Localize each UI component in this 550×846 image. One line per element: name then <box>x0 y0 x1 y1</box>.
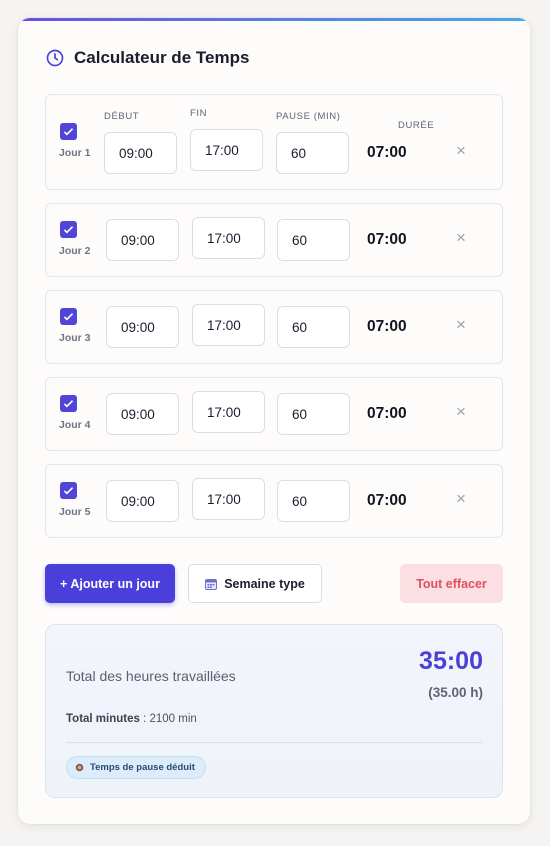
day-label: Jour 2 <box>59 245 91 257</box>
day-4-checkbox[interactable] <box>60 395 77 412</box>
summary-panel: Total des heures travaillées 35:00 (35.0… <box>45 624 503 798</box>
card-header: Calculateur de Temps <box>45 48 249 68</box>
end-time-input[interactable]: 17:00 <box>192 478 265 520</box>
day-3-checkbox[interactable] <box>60 308 77 325</box>
start-time-input[interactable]: 09:00 <box>106 393 179 435</box>
summary-divider <box>66 742 482 743</box>
column-start-header: DÉBUT <box>104 111 140 122</box>
duration-value: 07:00 <box>367 405 407 422</box>
total-hours-label: Total des heures travaillées <box>66 668 236 684</box>
duration-value: 07:00 <box>367 318 407 335</box>
total-decimal-hours: (35.00 h) <box>428 685 483 700</box>
day-label: Jour 4 <box>59 419 91 431</box>
day-5-checkbox[interactable] <box>60 482 77 499</box>
day-row-3: Jour 3 09:00 17:00 60 07:00 × <box>45 290 503 364</box>
start-time-input[interactable]: 09:00 <box>106 306 179 348</box>
remove-day-icon[interactable]: × <box>456 228 466 248</box>
start-time-input[interactable]: 09:00 <box>106 219 179 261</box>
remove-day-icon[interactable]: × <box>456 489 466 509</box>
clear-all-button[interactable]: Tout effacer <box>400 564 503 603</box>
remove-day-icon[interactable]: × <box>456 315 466 335</box>
end-time-input[interactable]: 17:00 <box>192 391 265 433</box>
check-icon <box>63 400 74 408</box>
pause-input[interactable]: 60 <box>277 393 350 435</box>
duration-value: 07:00 <box>367 144 407 161</box>
check-icon <box>63 313 74 321</box>
coffee-icon <box>75 763 84 772</box>
calendar-icon <box>205 578 218 590</box>
total-minutes-label: Total minutes <box>66 713 140 725</box>
week-template-label: Semaine type <box>224 576 305 591</box>
pause-input[interactable]: 60 <box>277 306 350 348</box>
action-bar: + Ajouter un jour Semaine type Tout effa… <box>45 564 503 604</box>
day-2-checkbox[interactable] <box>60 221 77 238</box>
check-icon <box>63 226 74 234</box>
remove-day-icon[interactable]: × <box>456 402 466 422</box>
day-row-2: Jour 2 09:00 17:00 60 07:00 × <box>45 203 503 277</box>
column-duration-header: DURÉE <box>398 120 435 131</box>
time-calculator-card: Calculateur de Temps Jour 1 DÉBUT FIN PA… <box>18 18 530 824</box>
pause-deducted-badge: Temps de pause déduit <box>66 756 206 779</box>
end-time-input[interactable]: 17:00 <box>192 304 265 346</box>
pause-input[interactable]: 60 <box>276 132 349 174</box>
check-icon <box>63 128 74 136</box>
page-title: Calculateur de Temps <box>74 48 250 67</box>
total-time-value: 35:00 <box>419 647 483 675</box>
end-time-input[interactable]: 17:00 <box>192 217 265 259</box>
day-label: Jour 5 <box>59 506 91 518</box>
week-template-button[interactable]: Semaine type <box>188 564 322 603</box>
day-row-1: Jour 1 DÉBUT FIN PAUSE (MIN) DURÉE 09:00… <box>45 94 503 190</box>
duration-value: 07:00 <box>367 231 407 248</box>
add-day-button[interactable]: + Ajouter un jour <box>45 564 175 603</box>
total-minutes: Total minutes : 2100 min <box>66 713 197 725</box>
day-row-4: Jour 4 09:00 17:00 60 07:00 × <box>45 377 503 451</box>
duration-value: 07:00 <box>367 492 407 509</box>
day-label: Jour 3 <box>59 332 91 344</box>
column-end-header: FIN <box>190 108 208 119</box>
clock-icon <box>46 49 64 67</box>
day-1-checkbox[interactable] <box>60 123 77 140</box>
check-icon <box>63 487 74 495</box>
remove-day-icon[interactable]: × <box>456 141 466 161</box>
end-time-input[interactable]: 17:00 <box>190 129 263 171</box>
day-rows: Jour 1 DÉBUT FIN PAUSE (MIN) DURÉE 09:00… <box>45 94 503 551</box>
day-row-5: Jour 5 09:00 17:00 60 07:00 × <box>45 464 503 538</box>
day-label: Jour 1 <box>59 147 91 159</box>
pause-input[interactable]: 60 <box>277 219 350 261</box>
column-pause-header: PAUSE (MIN) <box>276 111 341 122</box>
pause-input[interactable]: 60 <box>277 480 350 522</box>
badge-text: Temps de pause déduit <box>90 762 195 773</box>
start-time-input[interactable]: 09:00 <box>104 132 177 174</box>
start-time-input[interactable]: 09:00 <box>106 480 179 522</box>
total-minutes-value: : 2100 min <box>143 713 197 725</box>
